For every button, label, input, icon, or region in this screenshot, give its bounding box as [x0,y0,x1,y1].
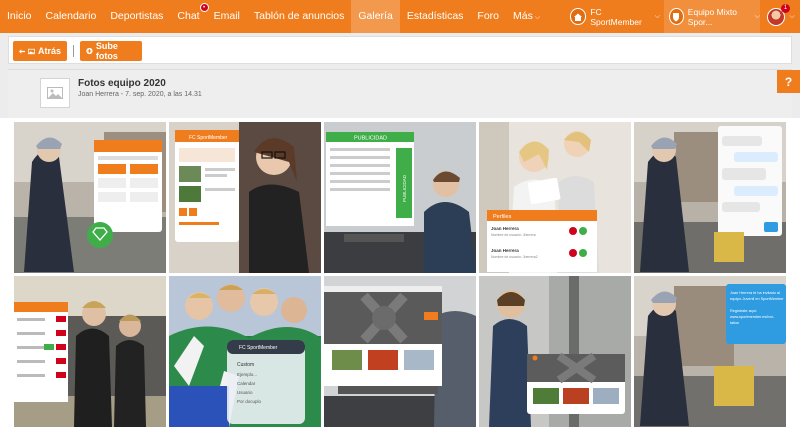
album-cover-thumbnail[interactable] [40,78,70,108]
album-meta: Joan Herrera - 7. sep. 2020, a las 14.31 [78,91,202,98]
album-header: Fotos equipo 2020 Joan Herrera - 7. sep.… [8,69,792,119]
photo-thumbnail[interactable]: Perfiles Joan Herrera Nombre de usuario:… [479,122,631,273]
image-icon [28,48,35,54]
upload-label: Sube fotos [95,41,118,61]
nav-deportistas[interactable]: Deportistas [103,0,170,33]
photo-banner-text: PUBLICIDAD [354,136,387,142]
photo-menu-item: Ejemplo... [237,372,257,377]
club-selector[interactable]: FC SportMember ⌵ [570,0,660,33]
team-selector[interactable]: Equipo Mixto Spor... ⌵ [664,0,760,33]
photo-app-header: FC SportMember [239,345,278,351]
team-name: Equipo Mixto Spor... [687,6,737,27]
chevron-down-icon: ⌵ [789,12,795,20]
nav-tablon[interactable]: Tablón de anuncios [247,0,352,33]
plus-icon [86,47,93,55]
team-crest-icon [669,8,684,25]
club-name: FC SportMember [590,6,642,27]
nav-foro[interactable]: Foro [470,0,506,33]
nav-chat[interactable]: Chat • [170,0,209,33]
arrow-left-icon [19,48,26,54]
gallery-toolbar: Atrás Sube fotos [8,36,792,64]
nav-email[interactable]: Email [207,0,247,33]
photo-thumbnail[interactable]: Joan Herrera te ha invitado al equipo Ju… [634,276,786,427]
nav-galeria[interactable]: Galería [351,0,400,33]
home-icon [570,8,587,25]
album-title: Fotos equipo 2020 [78,78,166,89]
notification-badge: 1 [781,4,790,13]
toolbar-divider [73,45,74,57]
photo-menu-item: Custom [237,362,254,368]
upload-photos-button[interactable]: Sube fotos [80,41,142,61]
photo-menu-item: Usuario [237,390,253,395]
photo-thumbnail[interactable] [14,276,166,427]
photo-profile-name: Joan Herrera [491,226,519,231]
photo-thumbnail[interactable]: PUBLICIDAD PUBLICIDAD [324,122,476,273]
nav-mas[interactable]: Más ⌵ [506,0,547,33]
nav-estadisticas[interactable]: Estadísticas [400,0,471,33]
nav-calendario[interactable]: Calendario [39,0,104,33]
photo-profile-sub: Nombre de usuario: Jherrera2 [491,255,538,259]
back-button[interactable]: Atrás [13,41,67,61]
chevron-down-icon: ⌵ [534,14,541,21]
photo-menu-item: Por docuplo [237,399,262,404]
photo-thumbnail[interactable]: FC SportMember [169,122,321,273]
back-label: Atrás [37,46,61,56]
chevron-down-icon: ⌵ [754,12,760,20]
photo-panel-title: Perfiles [493,214,512,220]
photo-thumbnail[interactable]: FC SportMember Custom Ejemplo... Calenda… [169,276,321,427]
photo-thumbnail[interactable] [14,122,166,273]
nav-chat-label: Chat [177,10,200,22]
photo-profile-name: Joan Herrera [491,248,519,253]
photo-menu-item: Calendar [237,381,256,386]
photo-profile-sub: Nombre de usuario: Jherrera [491,233,536,237]
nav-mas-label: Más [513,10,533,22]
chevron-down-icon: ⌵ [654,12,660,20]
help-button[interactable]: ? [777,70,800,93]
user-menu[interactable]: 1 ⌵ [762,0,800,33]
photo-side-banner-text: PUBLICIDAD [402,174,407,202]
image-placeholder-icon [47,87,63,99]
photo-thumbnail[interactable] [324,276,476,427]
photo-thumbnail[interactable] [634,122,786,273]
photo-app-header: FC SportMember [189,135,228,141]
nav-inicio[interactable]: Inicio [0,0,39,33]
photo-thumbnail[interactable] [479,276,631,427]
